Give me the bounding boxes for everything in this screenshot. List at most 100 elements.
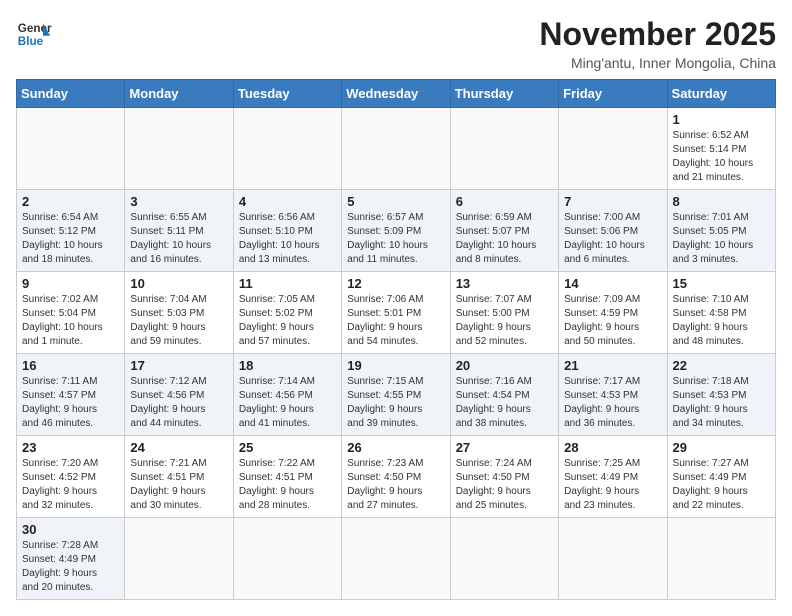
calendar-day-cell: 16Sunrise: 7:11 AM Sunset: 4:57 PM Dayli… [17,354,125,436]
calendar-week-row: 23 Sunrise: 7:20 AM Sunset: 4:52 PM Dayli… [17,436,776,518]
calendar-day-cell: 30 Sunrise: 7:28 AM Sunset: 4:49 PM Dayli… [17,518,125,600]
calendar-day-cell: 8 Sunrise: 7:01 AM Sunset: 5:05 PM Daylig… [667,190,775,272]
calendar-day-cell [125,108,233,190]
day-number: 25 [239,440,336,455]
calendar-week-row: 2Sunrise: 6:54 AM Sunset: 5:12 PM Daylig… [17,190,776,272]
calendar-day-cell: 7Sunrise: 7:00 AM Sunset: 5:06 PM Daylig… [559,190,667,272]
logo-icon: General Blue [16,16,52,52]
day-info: Sunrise: 6:52 AM Sunset: 5:14 PM Dayligh… [673,129,770,185]
day-number: 4 [239,194,336,209]
month-title: November 2025 [539,16,776,53]
day-info: Sunrise: 7:05 AM Sunset: 5:02 PM Dayligh… [239,293,336,349]
day-number: 17 [130,358,227,373]
day-info: Sunrise: 7:16 AM Sunset: 4:54 PM Dayligh… [456,375,553,431]
location: Ming'antu, Inner Mongolia, China [539,55,776,71]
day-number: 15 [673,276,770,291]
day-info: Sunrise: 7:06 AM Sunset: 5:01 PM Dayligh… [347,293,444,349]
calendar-day-cell: 20 Sunrise: 7:16 AM Sunset: 4:54 PM Dayli… [450,354,558,436]
svg-text:Blue: Blue [18,35,44,48]
day-info: Sunrise: 7:10 AM Sunset: 4:58 PM Dayligh… [673,293,770,349]
day-number: 23 [22,440,119,455]
day-number: 6 [456,194,553,209]
calendar-day-cell: 2Sunrise: 6:54 AM Sunset: 5:12 PM Daylig… [17,190,125,272]
day-info: Sunrise: 6:55 AM Sunset: 5:11 PM Dayligh… [130,211,227,267]
calendar-day-cell: 10Sunrise: 7:04 AM Sunset: 5:03 PM Dayli… [125,272,233,354]
day-number: 14 [564,276,661,291]
calendar-day-cell [559,108,667,190]
day-info: Sunrise: 7:12 AM Sunset: 4:56 PM Dayligh… [130,375,227,431]
day-number: 2 [22,194,119,209]
day-info: Sunrise: 7:04 AM Sunset: 5:03 PM Dayligh… [130,293,227,349]
weekday-header: Saturday [667,80,775,108]
day-number: 13 [456,276,553,291]
day-number: 28 [564,440,661,455]
day-number: 7 [564,194,661,209]
calendar-day-cell: 13 Sunrise: 7:07 AM Sunset: 5:00 PM Dayli… [450,272,558,354]
day-number: 1 [673,112,770,127]
day-info: Sunrise: 7:11 AM Sunset: 4:57 PM Dayligh… [22,375,119,431]
calendar-day-cell: 3Sunrise: 6:55 AM Sunset: 5:11 PM Daylig… [125,190,233,272]
day-number: 30 [22,522,119,537]
calendar-day-cell: 1 Sunrise: 6:52 AM Sunset: 5:14 PM Daylig… [667,108,775,190]
day-info: Sunrise: 6:57 AM Sunset: 5:09 PM Dayligh… [347,211,444,267]
calendar-day-cell: 28 Sunrise: 7:25 AM Sunset: 4:49 PM Dayli… [559,436,667,518]
weekday-header-row: SundayMondayTuesdayWednesdayThursdayFrid… [17,80,776,108]
day-info: Sunrise: 7:22 AM Sunset: 4:51 PM Dayligh… [239,457,336,513]
day-number: 5 [347,194,444,209]
calendar-day-cell [125,518,233,600]
day-number: 8 [673,194,770,209]
day-number: 20 [456,358,553,373]
calendar-day-cell: 21Sunrise: 7:17 AM Sunset: 4:53 PM Dayli… [559,354,667,436]
day-info: Sunrise: 7:27 AM Sunset: 4:49 PM Dayligh… [673,457,770,513]
calendar-day-cell: 24 Sunrise: 7:21 AM Sunset: 4:51 PM Dayli… [125,436,233,518]
day-info: Sunrise: 7:09 AM Sunset: 4:59 PM Dayligh… [564,293,661,349]
day-number: 11 [239,276,336,291]
calendar-day-cell [342,108,450,190]
day-number: 22 [673,358,770,373]
weekday-header: Wednesday [342,80,450,108]
day-number: 27 [456,440,553,455]
calendar-week-row: 30 Sunrise: 7:28 AM Sunset: 4:49 PM Dayli… [17,518,776,600]
calendar-day-cell: 4Sunrise: 6:56 AM Sunset: 5:10 PM Daylig… [233,190,341,272]
calendar-day-cell [559,518,667,600]
calendar-week-row: 1 Sunrise: 6:52 AM Sunset: 5:14 PM Daylig… [17,108,776,190]
weekday-header: Friday [559,80,667,108]
calendar-day-cell [667,518,775,600]
day-info: Sunrise: 7:24 AM Sunset: 4:50 PM Dayligh… [456,457,553,513]
day-info: Sunrise: 7:07 AM Sunset: 5:00 PM Dayligh… [456,293,553,349]
header: General Blue November 2025 Ming'antu, In… [16,16,776,71]
day-info: Sunrise: 7:28 AM Sunset: 4:49 PM Dayligh… [22,539,119,595]
day-info: Sunrise: 7:25 AM Sunset: 4:49 PM Dayligh… [564,457,661,513]
weekday-header: Sunday [17,80,125,108]
calendar-day-cell: 27 Sunrise: 7:24 AM Sunset: 4:50 PM Dayli… [450,436,558,518]
calendar-table: SundayMondayTuesdayWednesdayThursdayFrid… [16,79,776,600]
calendar-day-cell: 17 Sunrise: 7:12 AM Sunset: 4:56 PM Dayli… [125,354,233,436]
day-number: 12 [347,276,444,291]
day-info: Sunrise: 7:15 AM Sunset: 4:55 PM Dayligh… [347,375,444,431]
day-number: 19 [347,358,444,373]
day-info: Sunrise: 7:18 AM Sunset: 4:53 PM Dayligh… [673,375,770,431]
calendar-day-cell: 11 Sunrise: 7:05 AM Sunset: 5:02 PM Dayli… [233,272,341,354]
calendar-day-cell: 12 Sunrise: 7:06 AM Sunset: 5:01 PM Dayli… [342,272,450,354]
calendar-day-cell: 19 Sunrise: 7:15 AM Sunset: 4:55 PM Dayli… [342,354,450,436]
calendar-day-cell [342,518,450,600]
day-number: 24 [130,440,227,455]
day-number: 21 [564,358,661,373]
day-info: Sunrise: 7:01 AM Sunset: 5:05 PM Dayligh… [673,211,770,267]
calendar-day-cell [450,518,558,600]
day-number: 29 [673,440,770,455]
calendar-day-cell: 5 Sunrise: 6:57 AM Sunset: 5:09 PM Daylig… [342,190,450,272]
day-info: Sunrise: 6:59 AM Sunset: 5:07 PM Dayligh… [456,211,553,267]
day-info: Sunrise: 7:23 AM Sunset: 4:50 PM Dayligh… [347,457,444,513]
calendar-week-row: 9Sunrise: 7:02 AM Sunset: 5:04 PM Daylig… [17,272,776,354]
day-number: 9 [22,276,119,291]
calendar-day-cell [233,108,341,190]
day-number: 26 [347,440,444,455]
calendar-week-row: 16Sunrise: 7:11 AM Sunset: 4:57 PM Dayli… [17,354,776,436]
calendar-day-cell: 14 Sunrise: 7:09 AM Sunset: 4:59 PM Dayli… [559,272,667,354]
day-info: Sunrise: 7:21 AM Sunset: 4:51 PM Dayligh… [130,457,227,513]
weekday-header: Tuesday [233,80,341,108]
day-number: 18 [239,358,336,373]
day-info: Sunrise: 7:20 AM Sunset: 4:52 PM Dayligh… [22,457,119,513]
calendar-day-cell [233,518,341,600]
